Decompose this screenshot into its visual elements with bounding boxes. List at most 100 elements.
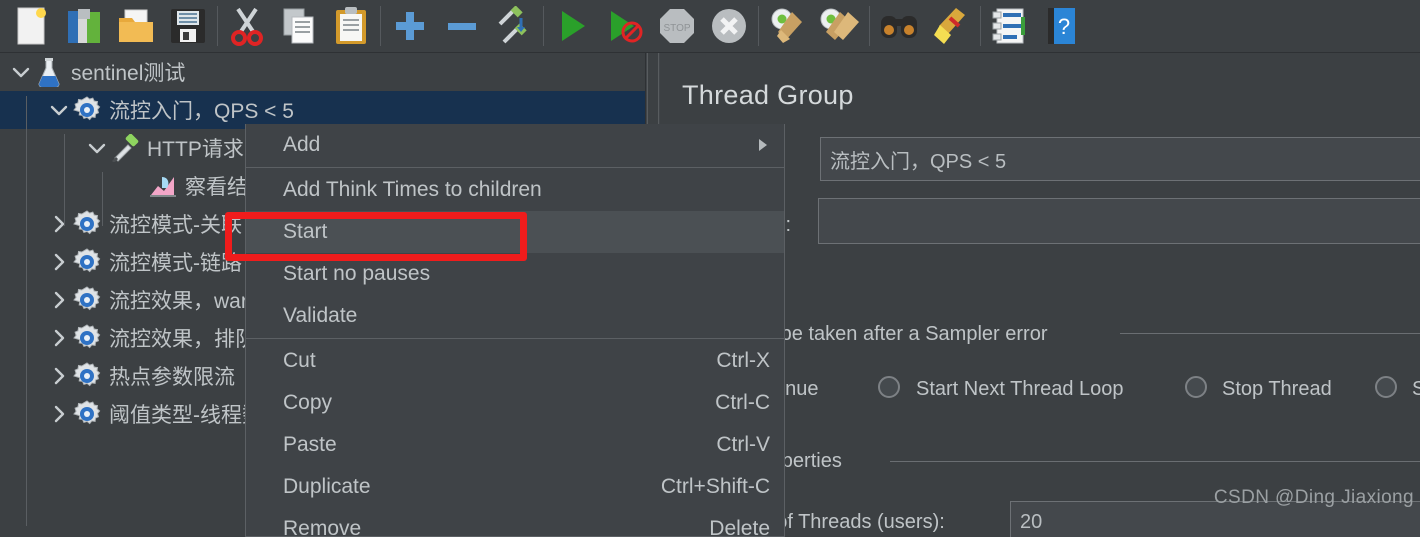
number-of-threads-label: r of Threads (users): xyxy=(764,511,945,533)
thread-group-icon xyxy=(72,399,102,429)
comments-field[interactable] xyxy=(818,198,1420,244)
page-title: Thread Group xyxy=(682,80,854,110)
tree-node-label: 流控入门，QPS < 5 xyxy=(109,100,294,123)
chevron-right-icon[interactable] xyxy=(46,249,72,275)
tree-guide-line xyxy=(102,172,103,226)
radio-stop-test[interactable] xyxy=(1375,376,1397,398)
paste-icon[interactable] xyxy=(325,2,377,50)
name-field[interactable]: 流控入门，QPS < 5 xyxy=(820,137,1420,181)
chevron-right-icon[interactable] xyxy=(46,211,72,237)
templates-icon[interactable] xyxy=(58,2,110,50)
menu-item-label: Add Think Times to children xyxy=(283,178,542,201)
menu-item-cut[interactable]: Cut Ctrl-X xyxy=(246,340,784,382)
expand-all-icon[interactable] xyxy=(384,2,436,50)
tree-node-label: 热点参数限流 xyxy=(109,366,235,389)
main-toolbar: STOP ? xyxy=(0,0,1420,53)
start-no-pauses-icon[interactable] xyxy=(599,2,651,50)
menu-item-start-no-pauses[interactable]: Start no pauses xyxy=(246,253,784,295)
shutdown-icon[interactable] xyxy=(703,2,755,50)
menu-item-label: Duplicate xyxy=(283,475,371,498)
tree-node-label: sentinel测试 xyxy=(71,62,186,85)
tree-node-label: 流控模式-链路 xyxy=(109,252,242,275)
help-icon[interactable]: ? xyxy=(1036,2,1088,50)
menu-item-accelerator: Ctrl-X xyxy=(716,349,770,372)
menu-separator xyxy=(246,338,784,339)
menu-separator xyxy=(246,167,784,168)
toolbar-separator xyxy=(543,6,544,46)
reset-search-icon[interactable] xyxy=(925,2,977,50)
error-action-start-next-loop-label[interactable]: Start Next Thread Loop xyxy=(916,378,1124,401)
menu-item-paste[interactable]: Paste Ctrl-V xyxy=(246,424,784,466)
chevron-right-icon[interactable] xyxy=(46,287,72,313)
open-icon[interactable] xyxy=(110,2,162,50)
chevron-down-icon[interactable] xyxy=(8,59,34,85)
cut-icon[interactable] xyxy=(221,2,273,50)
toolbar-separator xyxy=(758,6,759,46)
toolbar-separator xyxy=(869,6,870,46)
toolbar-separator xyxy=(380,6,381,46)
search-icon[interactable] xyxy=(873,2,925,50)
menu-item-copy[interactable]: Copy Ctrl-C xyxy=(246,382,784,424)
new-icon[interactable] xyxy=(6,2,58,50)
tree-node-label: 阈值类型-线程数 xyxy=(109,404,263,427)
menu-item-label: Start xyxy=(283,220,328,243)
menu-item-remove[interactable]: Remove Delete xyxy=(246,508,784,537)
menu-item-accelerator: Ctrl-V xyxy=(716,433,770,456)
menu-item-add[interactable]: Add xyxy=(246,124,784,166)
chevron-down-icon[interactable] xyxy=(84,135,110,161)
save-icon[interactable] xyxy=(162,2,214,50)
test-plan-icon xyxy=(34,57,64,87)
thread-properties-group-line xyxy=(890,461,1420,462)
tree-context-menu[interactable]: Add Add Think Times to children Start Start… xyxy=(245,124,785,537)
function-helper-icon[interactable] xyxy=(984,2,1036,50)
svg-text:?: ? xyxy=(1058,14,1070,39)
tree-node[interactable]: sentinel测试 xyxy=(0,53,645,91)
error-action-group-line xyxy=(1120,333,1420,334)
thread-group-icon xyxy=(72,361,102,391)
thread-group-icon xyxy=(72,209,102,239)
toggle-icon[interactable] xyxy=(488,2,540,50)
menu-item-add-think-times-to-children[interactable]: Add Think Times to children xyxy=(246,169,784,211)
thread-group-icon xyxy=(72,285,102,315)
radio-stop-thread[interactable] xyxy=(1185,376,1207,398)
menu-item-label: Add xyxy=(283,133,321,156)
chevron-right-icon[interactable] xyxy=(46,363,72,389)
tree-guide-line xyxy=(26,96,27,526)
menu-item-validate[interactable]: Validate xyxy=(246,295,784,337)
thread-group-icon xyxy=(72,323,102,353)
collapse-all-icon[interactable] xyxy=(436,2,488,50)
chevron-down-icon[interactable] xyxy=(46,97,72,123)
menu-item-label: Validate xyxy=(283,304,358,327)
menu-item-accelerator: Ctrl-C xyxy=(715,391,770,414)
menu-item-label: Cut xyxy=(283,349,316,372)
menu-item-label: Start no pauses xyxy=(283,262,431,285)
tree-node-label: HTTP请求 xyxy=(147,138,244,161)
start-icon[interactable] xyxy=(547,2,599,50)
svg-text:STOP: STOP xyxy=(663,23,690,34)
submenu-arrow-icon xyxy=(756,137,770,153)
thread-group-icon xyxy=(72,95,102,125)
chevron-right-icon[interactable] xyxy=(46,401,72,427)
jmeter-window: STOP ? sentinel测试 流控入门，QPS < 5 HTTP请求 察看… xyxy=(0,0,1420,537)
error-action-stop-test-label[interactable]: S xyxy=(1412,378,1420,401)
menu-item-label: Paste xyxy=(283,433,337,456)
thread-group-icon xyxy=(72,247,102,277)
error-action-legend: o be taken after a Sampler error xyxy=(764,323,1048,345)
menu-item-duplicate[interactable]: Duplicate Ctrl+Shift-C xyxy=(246,466,784,508)
tree-leaf-spacer xyxy=(122,173,148,199)
clear-all-icon[interactable] xyxy=(814,2,866,50)
error-action-stop-thread-label[interactable]: Stop Thread xyxy=(1222,378,1332,401)
watermark-text: CSDN @Ding Jiaxiong xyxy=(1213,487,1414,508)
copy-icon[interactable] xyxy=(273,2,325,50)
radio-start-next-thread-loop[interactable] xyxy=(878,376,900,398)
http-sampler-icon xyxy=(110,133,140,163)
tree-node-label: 流控模式-关联 xyxy=(109,214,242,237)
menu-item-start[interactable]: Start xyxy=(246,211,784,253)
chevron-right-icon[interactable] xyxy=(46,325,72,351)
clear-icon[interactable] xyxy=(762,2,814,50)
menu-item-label: Remove xyxy=(283,517,362,537)
toolbar-separator xyxy=(980,6,981,46)
menu-item-label: Copy xyxy=(283,391,333,414)
menu-item-accelerator: Ctrl+Shift-C xyxy=(660,475,770,498)
stop-icon[interactable]: STOP xyxy=(651,2,703,50)
